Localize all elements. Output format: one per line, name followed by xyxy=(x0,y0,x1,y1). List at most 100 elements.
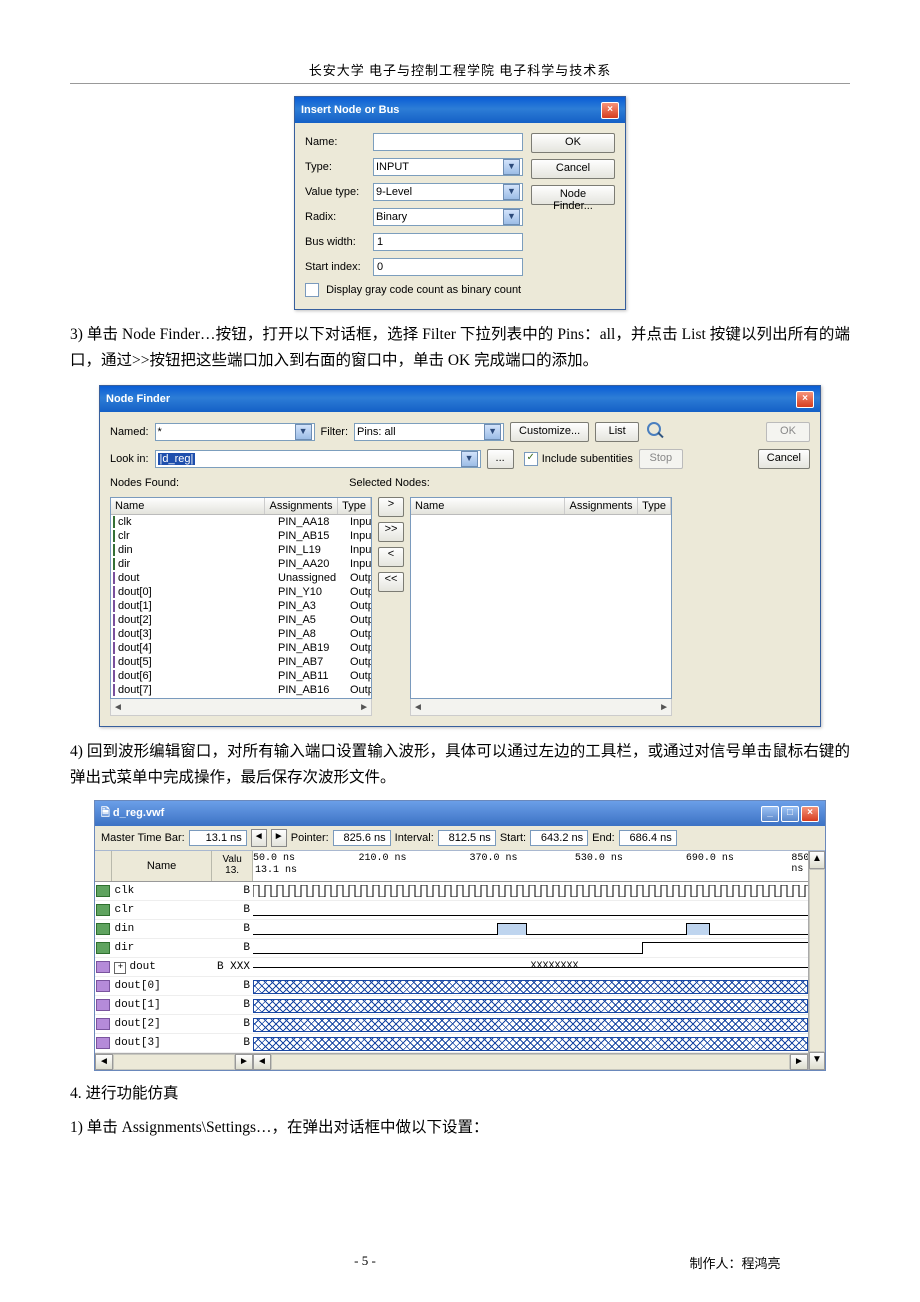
output-pin-icon xyxy=(113,642,115,654)
scroll-left-icon[interactable]: ◄ xyxy=(95,1054,113,1070)
interval-value: 812.5 ns xyxy=(438,830,496,846)
close-icon[interactable]: × xyxy=(796,391,814,408)
customize-button[interactable]: Customize... xyxy=(510,422,589,442)
waveform-row[interactable] xyxy=(253,939,808,958)
col-assignments[interactable]: Assignments xyxy=(265,498,338,514)
col-name[interactable]: Name xyxy=(111,498,265,514)
browse-button[interactable]: ... xyxy=(487,449,514,469)
col-name[interactable]: Name xyxy=(411,498,565,514)
col-type[interactable]: Type xyxy=(338,498,371,514)
expand-icon[interactable]: + xyxy=(114,962,126,974)
output-pin-icon xyxy=(95,979,110,993)
chevron-down-icon[interactable]: ▼ xyxy=(461,451,478,467)
close-icon[interactable]: × xyxy=(801,806,819,822)
scroll-up-icon[interactable]: ▲ xyxy=(809,851,825,869)
node-row[interactable]: doutUnassignedOutpu xyxy=(111,571,371,585)
name-column-header[interactable]: Name xyxy=(112,851,212,881)
node-row[interactable]: clrPIN_AB15Input xyxy=(111,529,371,543)
start-index-input[interactable] xyxy=(373,258,523,276)
filter-value: Pins: all xyxy=(357,426,396,438)
node-row[interactable]: clkPIN_AA18Input xyxy=(111,515,371,529)
scroll-right-icon[interactable]: ► xyxy=(235,1054,253,1070)
named-label: Named: xyxy=(110,426,149,438)
signal-row[interactable]: +doutB XXX xyxy=(95,958,253,977)
include-subentities-checkbox[interactable] xyxy=(524,452,538,466)
waveform-row[interactable] xyxy=(253,901,808,920)
move-right-button[interactable]: > xyxy=(378,497,404,517)
signal-row[interactable]: dout[3]B xyxy=(95,1034,253,1053)
waveform-row[interactable] xyxy=(253,882,808,901)
lookin-select[interactable]: |d_reg|▼ xyxy=(155,450,481,468)
node-row[interactable]: dout[2]PIN_A5Outpu xyxy=(111,613,371,627)
chevron-down-icon[interactable]: ▼ xyxy=(503,159,520,175)
move-all-left-button[interactable]: << xyxy=(378,572,404,592)
node-row[interactable]: dinPIN_L19Input xyxy=(111,543,371,557)
waveform-row[interactable] xyxy=(253,996,808,1015)
move-left-button[interactable]: < xyxy=(378,547,404,567)
master-time-value[interactable]: 13.1 ns xyxy=(189,830,247,846)
scroll-track[interactable] xyxy=(809,869,825,1052)
value-type-select[interactable]: 9-Level▼ xyxy=(373,183,523,201)
waveform-row[interactable] xyxy=(253,1034,808,1053)
chevron-down-icon[interactable]: ▼ xyxy=(503,184,520,200)
value-column-header[interactable]: Valu 13. xyxy=(212,851,253,881)
signal-value: B xyxy=(211,904,253,916)
node-row[interactable]: dout[4]PIN_AB19Outpu xyxy=(111,641,371,655)
h-scrollbar[interactable]: ◄► xyxy=(410,699,672,716)
list-button[interactable]: List xyxy=(595,422,639,442)
name-input[interactable] xyxy=(373,133,523,151)
ok-button[interactable]: OK xyxy=(531,133,615,153)
node-type: Input xyxy=(350,530,372,542)
waveform-row[interactable] xyxy=(253,1015,808,1034)
signal-row[interactable]: clrB xyxy=(95,901,253,920)
minimize-icon[interactable]: _ xyxy=(761,806,779,822)
signal-row[interactable]: dirB xyxy=(95,939,253,958)
scroll-track[interactable] xyxy=(113,1054,235,1070)
named-select[interactable]: *▼ xyxy=(155,423,315,441)
waveform-row[interactable] xyxy=(253,920,808,939)
scroll-track[interactable] xyxy=(271,1054,790,1070)
signal-row[interactable]: dout[0]B xyxy=(95,977,253,996)
node-row[interactable]: dout[6]PIN_AB11Outpu xyxy=(111,669,371,683)
gray-code-checkbox[interactable] xyxy=(305,283,319,297)
start-index-label: Start index: xyxy=(305,261,367,273)
node-type: Outpu xyxy=(350,670,372,682)
output-pin-icon xyxy=(113,684,115,696)
node-row[interactable]: dout[3]PIN_A8Outpu xyxy=(111,627,371,641)
bus-width-input[interactable] xyxy=(373,233,523,251)
maximize-icon[interactable]: □ xyxy=(781,806,799,822)
type-select[interactable]: INPUT▼ xyxy=(373,158,523,176)
node-row[interactable]: dout[0]PIN_Y10Outpu xyxy=(111,585,371,599)
node-row[interactable]: dirPIN_AA20Input xyxy=(111,557,371,571)
cancel-button[interactable]: Cancel xyxy=(758,449,810,469)
chevron-down-icon[interactable]: ▼ xyxy=(503,209,520,225)
signal-row[interactable]: dinB xyxy=(95,920,253,939)
close-icon[interactable]: × xyxy=(601,102,619,119)
waveform-row[interactable]: XXXXXXXX xyxy=(253,958,808,977)
node-row[interactable]: dout[5]PIN_AB7Outpu xyxy=(111,655,371,669)
cancel-button[interactable]: Cancel xyxy=(531,159,615,179)
radix-select[interactable]: Binary▼ xyxy=(373,208,523,226)
ok-button[interactable]: OK xyxy=(766,422,810,442)
chevron-down-icon[interactable]: ▼ xyxy=(295,424,312,440)
h-scrollbar[interactable]: ◄► xyxy=(110,699,372,716)
nodes-found-list[interactable]: Name Assignments Type clkPIN_AA18Inputcl… xyxy=(110,497,372,699)
scroll-down-icon[interactable]: ▼ xyxy=(809,1052,825,1070)
signal-row[interactable]: clkB xyxy=(95,882,253,901)
chevron-down-icon[interactable]: ▼ xyxy=(484,424,501,440)
node-finder-button[interactable]: Node Finder... xyxy=(531,185,615,205)
move-all-right-button[interactable]: >> xyxy=(378,522,404,542)
scroll-right-icon[interactable]: ► xyxy=(790,1054,808,1070)
col-type[interactable]: Type xyxy=(638,498,671,514)
filter-select[interactable]: Pins: all ▼ xyxy=(354,423,504,441)
node-row[interactable]: dout[1]PIN_A3Outpu xyxy=(111,599,371,613)
col-assignments[interactable]: Assignments xyxy=(565,498,638,514)
waveform-row[interactable] xyxy=(253,977,808,996)
next-button[interactable]: ► xyxy=(271,829,287,847)
selected-nodes-list[interactable]: Name Assignments Type xyxy=(410,497,672,699)
node-row[interactable]: dout[7]PIN_AB16Outpu xyxy=(111,683,371,697)
signal-row[interactable]: dout[1]B xyxy=(95,996,253,1015)
prev-button[interactable]: ◄ xyxy=(251,829,267,847)
scroll-left-icon[interactable]: ◄ xyxy=(253,1054,271,1070)
signal-row[interactable]: dout[2]B xyxy=(95,1015,253,1034)
